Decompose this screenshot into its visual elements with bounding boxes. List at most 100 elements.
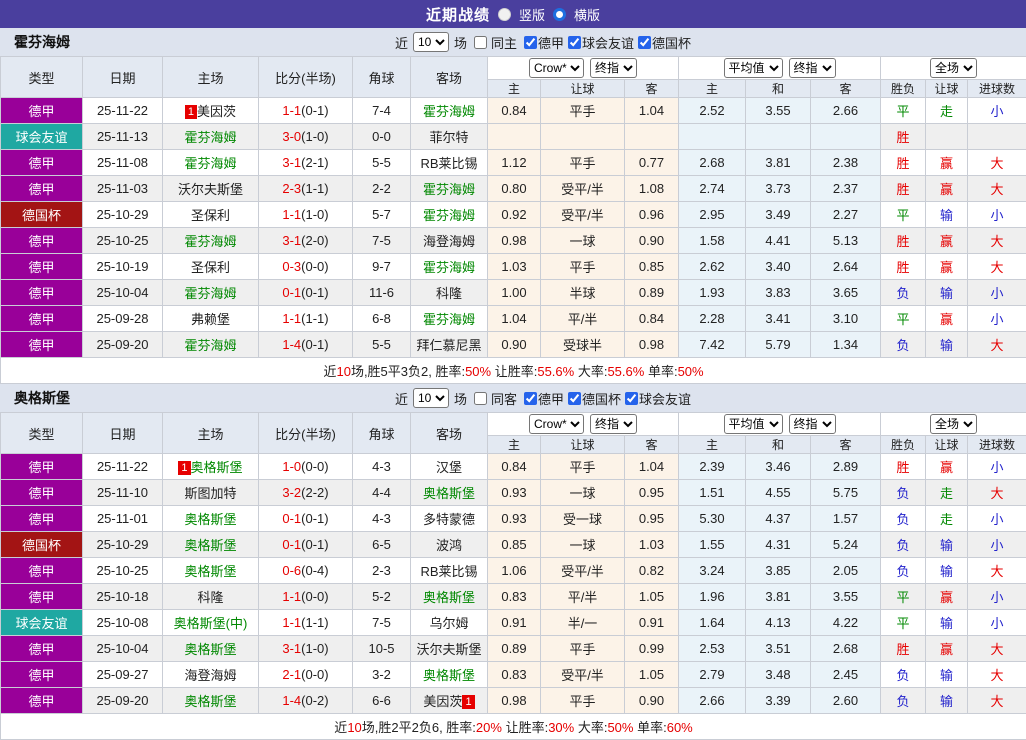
same-venue-checkbox[interactable] xyxy=(474,36,487,49)
halftime-score: (0-2) xyxy=(301,693,328,708)
same-venue-label: 同客 xyxy=(491,389,517,408)
team-link[interactable]: 奥格斯堡 xyxy=(423,668,475,683)
score-cell: 1-1(1-1) xyxy=(259,610,353,636)
match-scope-select[interactable]: 全场 xyxy=(930,58,977,78)
corner-cell: 6-8 xyxy=(353,306,411,332)
league-filter-group: 德甲德国杯球会友谊 xyxy=(520,389,691,408)
col-header-type: 类型 xyxy=(1,413,83,454)
avg-home-cell: 7.42 xyxy=(679,332,746,358)
outcome-result-cell: 胜 xyxy=(881,124,926,150)
odds-home-cell: 1.03 xyxy=(488,254,541,280)
team-link[interactable]: 霍芬海姆 xyxy=(423,104,475,119)
result-group-header: 全场 xyxy=(881,57,1026,80)
avg-home-cell: 2.52 xyxy=(679,98,746,124)
team-link[interactable]: 奥格斯堡 xyxy=(184,642,236,657)
avg-away-cell: 5.13 xyxy=(811,228,881,254)
halftime-score: (0-4) xyxy=(301,563,328,578)
summary-text: 让胜率: xyxy=(491,364,537,379)
match-count-select[interactable]: 10 xyxy=(413,388,449,408)
date-cell: 25-11-01 xyxy=(83,506,163,532)
odds-stage-select[interactable]: 终指 xyxy=(590,58,637,78)
team-link[interactable]: 奥格斯堡 xyxy=(184,538,236,553)
league-checkbox[interactable] xyxy=(625,392,638,405)
odds-source-select[interactable]: Crow* xyxy=(529,414,584,434)
league-checkbox[interactable] xyxy=(568,36,581,49)
match-type-cell: 德甲 xyxy=(1,176,83,202)
team-link[interactable]: 霍芬海姆 xyxy=(184,234,236,249)
col-header-corner: 角球 xyxy=(353,413,411,454)
average-stage-select[interactable]: 终指 xyxy=(789,414,836,434)
col-header-corner: 角球 xyxy=(353,57,411,98)
outcome-result-cell: 胜 xyxy=(881,228,926,254)
handicap-cell: 半球 xyxy=(541,280,625,306)
date-cell: 25-09-20 xyxy=(83,688,163,714)
match-row: 德甲25-11-221美因茨1-1(0-1)7-4霍芬海姆0.84平手1.042… xyxy=(1,98,1026,124)
team-link[interactable]: 奥格斯堡 xyxy=(184,694,236,709)
avg-away-cell: 3.55 xyxy=(811,584,881,610)
team-link[interactable]: 奥格斯堡 xyxy=(184,564,236,579)
league-checkbox[interactable] xyxy=(638,36,651,49)
away-team-cell: 沃尔夫斯堡 xyxy=(411,636,488,662)
team-link[interactable]: 奥格斯堡 xyxy=(191,460,243,475)
corner-cell: 7-5 xyxy=(353,228,411,254)
league-checkbox[interactable] xyxy=(524,392,537,405)
summary-row: 近10场,胜5平3负2, 胜率:50% 让胜率:55.6% 大率:55.6% 单… xyxy=(1,358,1026,384)
team-name: 霍芬海姆 xyxy=(14,32,70,52)
goals-result-cell: 小 xyxy=(968,306,1026,332)
outcome-result-cell: 胜 xyxy=(881,454,926,480)
home-team-cell: 圣保利 xyxy=(163,254,259,280)
team-link[interactable]: 奥格斯堡(中) xyxy=(174,616,248,631)
odds-stage-select[interactable]: 终指 xyxy=(590,414,637,434)
odds-away-cell: 0.84 xyxy=(625,306,679,332)
team-link: 乌尔姆 xyxy=(429,616,468,631)
team-link: 沃尔夫斯堡 xyxy=(416,642,481,657)
team-link[interactable]: 霍芬海姆 xyxy=(184,130,236,145)
average-source-select[interactable]: 平均值 xyxy=(724,58,783,78)
score-cell: 3-1(2-0) xyxy=(259,228,353,254)
team-link: 圣保利 xyxy=(191,208,230,223)
handicap-cell: 受平/半 xyxy=(541,202,625,228)
vertical-layout-radio[interactable] xyxy=(498,8,511,21)
team-link[interactable]: 霍芬海姆 xyxy=(423,182,475,197)
odds-home-cell: 0.93 xyxy=(488,480,541,506)
team-link[interactable]: 霍芬海姆 xyxy=(184,156,236,171)
halftime-score: (1-0) xyxy=(301,207,328,222)
team-link[interactable]: 霍芬海姆 xyxy=(184,338,236,353)
filter-controls: 近 10 场 同客 德甲德国杯球会友谊 xyxy=(335,388,691,408)
handicap-cell xyxy=(541,124,625,150)
odds-home-cell: 0.83 xyxy=(488,662,541,688)
league-checkbox[interactable] xyxy=(568,392,581,405)
same-venue-checkbox[interactable] xyxy=(474,392,487,405)
team-link: 美因茨 xyxy=(423,694,462,709)
league-checkbox[interactable] xyxy=(524,36,537,49)
average-source-select[interactable]: 平均值 xyxy=(724,414,783,434)
col-header-date: 日期 xyxy=(83,413,163,454)
subcol-avg-draw: 和 xyxy=(746,436,811,454)
team-link[interactable]: 奥格斯堡 xyxy=(423,590,475,605)
date-cell: 25-09-20 xyxy=(83,332,163,358)
handicap-cell: 平/半 xyxy=(541,584,625,610)
avg-draw-cell: 4.31 xyxy=(746,532,811,558)
rank-badge: 1 xyxy=(462,695,474,709)
handicap-result-cell xyxy=(926,124,968,150)
match-scope-select[interactable]: 全场 xyxy=(930,414,977,434)
horizontal-layout-radio[interactable] xyxy=(553,8,566,21)
team-link[interactable]: 奥格斯堡 xyxy=(184,512,236,527)
team-link[interactable]: 霍芬海姆 xyxy=(423,208,475,223)
halftime-score: (0-1) xyxy=(301,285,328,300)
team-link[interactable]: 霍芬海姆 xyxy=(423,312,475,327)
score-cell: 0-3(0-0) xyxy=(259,254,353,280)
avg-away-cell: 2.68 xyxy=(811,636,881,662)
goals-result-cell: 大 xyxy=(968,558,1026,584)
odds-source-select[interactable]: Crow* xyxy=(529,58,584,78)
match-row: 德甲25-10-19圣保利0-3(0-0)9-7霍芬海姆1.03平手0.852.… xyxy=(1,254,1026,280)
corner-cell: 5-2 xyxy=(353,584,411,610)
team-link[interactable]: 霍芬海姆 xyxy=(184,286,236,301)
handicap-result-cell: 赢 xyxy=(926,636,968,662)
team-link[interactable]: 奥格斯堡 xyxy=(423,486,475,501)
average-stage-select[interactable]: 终指 xyxy=(789,58,836,78)
match-count-select[interactable]: 10 xyxy=(413,32,449,52)
handicap-result-cell: 赢 xyxy=(926,584,968,610)
avg-away-cell: 1.34 xyxy=(811,332,881,358)
team-link[interactable]: 霍芬海姆 xyxy=(423,260,475,275)
